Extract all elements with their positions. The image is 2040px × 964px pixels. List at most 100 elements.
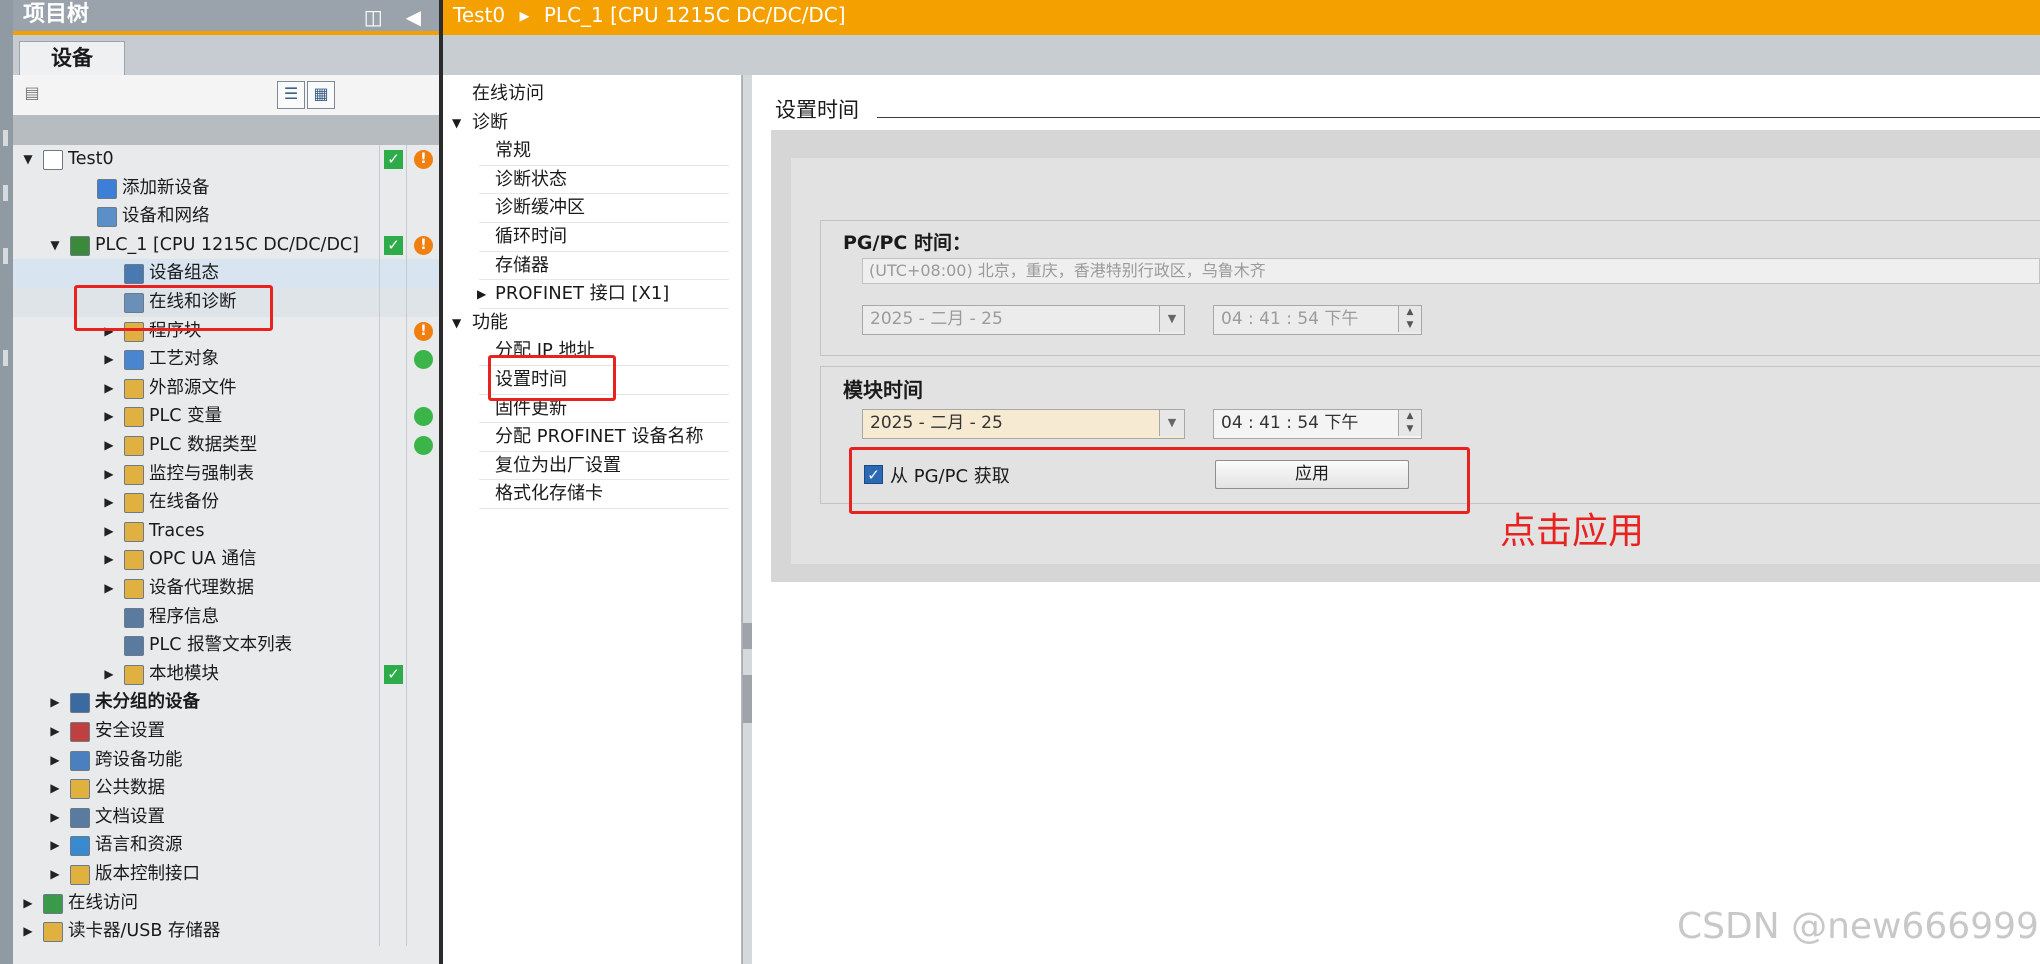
status-column xyxy=(406,831,437,860)
tree-item[interactable]: ▼ PLC_1 [CPU 1215C DC/DC/DC] ✓! xyxy=(13,230,439,260)
tree-item-label: PLC 数据类型 xyxy=(149,435,258,455)
tree-item[interactable]: 添加新设备 xyxy=(13,173,439,203)
tree-item[interactable]: ▶ PLC 数据类型 xyxy=(13,431,439,460)
tree-item-label: 设备代理数据 xyxy=(149,578,254,598)
chevron-right-icon[interactable]: ▶ xyxy=(102,431,116,459)
tree-item[interactable]: ▶ 本地模块 ✓ xyxy=(13,659,439,689)
tree-item[interactable]: ▶ 读卡器/USB 存储器 xyxy=(13,917,439,946)
chevron-right-icon[interactable]: ▶ xyxy=(477,280,486,308)
status-column xyxy=(379,431,404,460)
tree-column-header xyxy=(13,115,439,145)
tree-item[interactable]: ▶ 安全设置 xyxy=(13,717,439,746)
chevron-right-icon[interactable]: ▶ xyxy=(48,774,62,802)
nav-item[interactable]: 诊断状态 xyxy=(495,166,567,194)
scroll-arrow-icon[interactable] xyxy=(743,675,752,723)
nav-item[interactable]: ▶ PROFINET 接口 [X1] xyxy=(477,280,669,308)
chevron-right-icon[interactable]: ▶ xyxy=(48,803,62,831)
chevron-right-icon[interactable]: ▶ xyxy=(102,517,116,545)
tree-item[interactable]: ▼ Test0 ✓! xyxy=(13,145,439,174)
tree-item[interactable]: ▶ 文档设置 xyxy=(13,802,439,832)
tree-item[interactable]: ▶ Traces xyxy=(13,516,439,546)
tree-item-icon xyxy=(70,865,90,885)
breadcrumb-item[interactable]: PLC_1 [CPU 1215C DC/DC/DC] xyxy=(544,3,846,27)
tree-item[interactable]: ▶ 未分组的设备 xyxy=(13,688,439,717)
chevron-right-icon[interactable]: ▶ xyxy=(102,574,116,602)
status-column xyxy=(379,774,404,803)
tree-item[interactable]: ▶ 在线访问 xyxy=(13,888,439,918)
chevron-down-icon[interactable]: ▼ xyxy=(452,309,461,337)
tree-item-icon xyxy=(124,550,144,571)
chevron-right-icon[interactable]: ▶ xyxy=(102,460,116,488)
nav-item[interactable]: 格式化存储卡 xyxy=(495,480,603,508)
status-column xyxy=(379,459,404,489)
chevron-right-icon[interactable]: ▶ xyxy=(48,688,62,716)
chevron-right-icon[interactable]: ▶ xyxy=(48,831,62,859)
tree-item[interactable]: ▶ 版本控制接口 xyxy=(13,860,439,889)
scroll-arrow-icon[interactable] xyxy=(743,623,752,649)
chevron-right-icon[interactable]: ▶ xyxy=(102,374,116,402)
chevron-down-icon[interactable]: ▼ xyxy=(452,109,461,137)
tree-item-icon xyxy=(124,664,144,685)
tree-item[interactable]: 设备组态 xyxy=(13,259,439,288)
chevron-down-icon[interactable]: ▼ xyxy=(21,145,35,173)
tree-item-icon xyxy=(124,350,144,371)
nav-item[interactable]: 诊断缓冲区 xyxy=(495,194,585,222)
nav-item[interactable]: 在线访问 xyxy=(472,80,544,108)
tree-item[interactable]: ▶ 跨设备功能 xyxy=(13,745,439,775)
left-collapsed-strip[interactable] xyxy=(0,0,13,964)
tab-devices[interactable]: 设备 xyxy=(19,41,125,75)
nav-item-label: 复位为出厂设置 xyxy=(495,454,621,476)
nav-item[interactable]: 分配 PROFINET 设备名称 xyxy=(495,423,703,451)
status-column xyxy=(379,888,404,918)
tree-item[interactable]: ▶ 语言和资源 xyxy=(13,831,439,860)
module-time-field[interactable]: 04 : 41 : 54 下午 ▲ ▼ xyxy=(1213,409,1422,439)
chevron-right-icon[interactable]: ▶ xyxy=(102,545,116,573)
status-column xyxy=(379,345,404,374)
nav-item[interactable]: ▼ 功能 xyxy=(452,309,508,337)
tree-item-label: 设备和网络 xyxy=(122,206,210,227)
tree-list-view-icon[interactable]: ☰ xyxy=(277,81,305,109)
tree-item-icon xyxy=(97,207,117,228)
tree-item[interactable]: PLC 报警文本列表 xyxy=(13,631,439,660)
tree-item-label: Traces xyxy=(149,520,205,541)
tree-overview-icon[interactable]: ▦ xyxy=(307,81,335,109)
chevron-right-icon[interactable]: ▶ xyxy=(48,746,62,774)
module-date-field[interactable]: 2025 - 二月 - 25 ▼ xyxy=(862,409,1185,439)
nav-scrollbar[interactable] xyxy=(742,75,752,964)
tree-item[interactable]: ▶ OPC UA 通信 xyxy=(13,545,439,574)
tree-item[interactable]: ▶ PLC 变量 xyxy=(13,402,439,431)
tree-item[interactable]: ▶ 设备代理数据 xyxy=(13,574,439,603)
nav-item[interactable]: 复位为出厂设置 xyxy=(495,452,621,480)
tree-item[interactable]: ▶ 公共数据 xyxy=(13,774,439,803)
tree-item[interactable]: ▶ 监控与强制表 xyxy=(13,459,439,489)
chevron-right-icon[interactable]: ▶ xyxy=(48,860,62,888)
status-column xyxy=(379,917,404,946)
chevron-down-icon[interactable]: ▼ xyxy=(1159,410,1184,436)
breadcrumb-item[interactable]: Test0 xyxy=(453,3,505,27)
chevron-right-icon[interactable]: ▶ xyxy=(48,717,62,745)
nav-item[interactable]: 循环时间 xyxy=(495,223,567,251)
chevron-right-icon[interactable]: ▶ xyxy=(102,345,116,373)
tree-properties-icon[interactable]: ▤ xyxy=(19,81,45,107)
chevron-right-icon[interactable]: ▶ xyxy=(102,488,116,516)
tree-item-label: PLC_1 [CPU 1215C DC/DC/DC] xyxy=(95,234,359,255)
chevron-right-icon[interactable]: ▶ xyxy=(102,402,116,430)
tree-item-icon xyxy=(43,150,63,170)
chevron-right-icon[interactable]: ▶ xyxy=(21,889,35,917)
tree-item[interactable]: ▶ 工艺对象 xyxy=(13,345,439,374)
nav-item[interactable]: 常规 xyxy=(495,137,531,165)
spinner-icon[interactable]: ▲ ▼ xyxy=(1398,410,1421,436)
tree-item[interactable]: ▶ 外部源文件 xyxy=(13,373,439,403)
nav-item[interactable]: 存储器 xyxy=(495,252,549,280)
chevron-right-icon[interactable]: ▶ xyxy=(21,917,35,945)
tree-item[interactable]: 设备和网络 xyxy=(13,202,439,231)
tree-item[interactable]: 程序信息 xyxy=(13,602,439,632)
panel-collapse-icon[interactable]: ◫ ◀ xyxy=(364,2,429,32)
nav-item-label: 诊断缓冲区 xyxy=(495,197,585,219)
chevron-down-icon[interactable]: ▼ xyxy=(48,231,62,259)
status-column xyxy=(406,602,437,632)
nav-item[interactable]: ▼ 诊断 xyxy=(452,109,508,137)
tree-item[interactable]: ▶ 在线备份 xyxy=(13,488,439,517)
chevron-right-icon[interactable]: ▶ xyxy=(102,660,116,688)
chevron-down-icon: ▼ xyxy=(1159,306,1184,332)
